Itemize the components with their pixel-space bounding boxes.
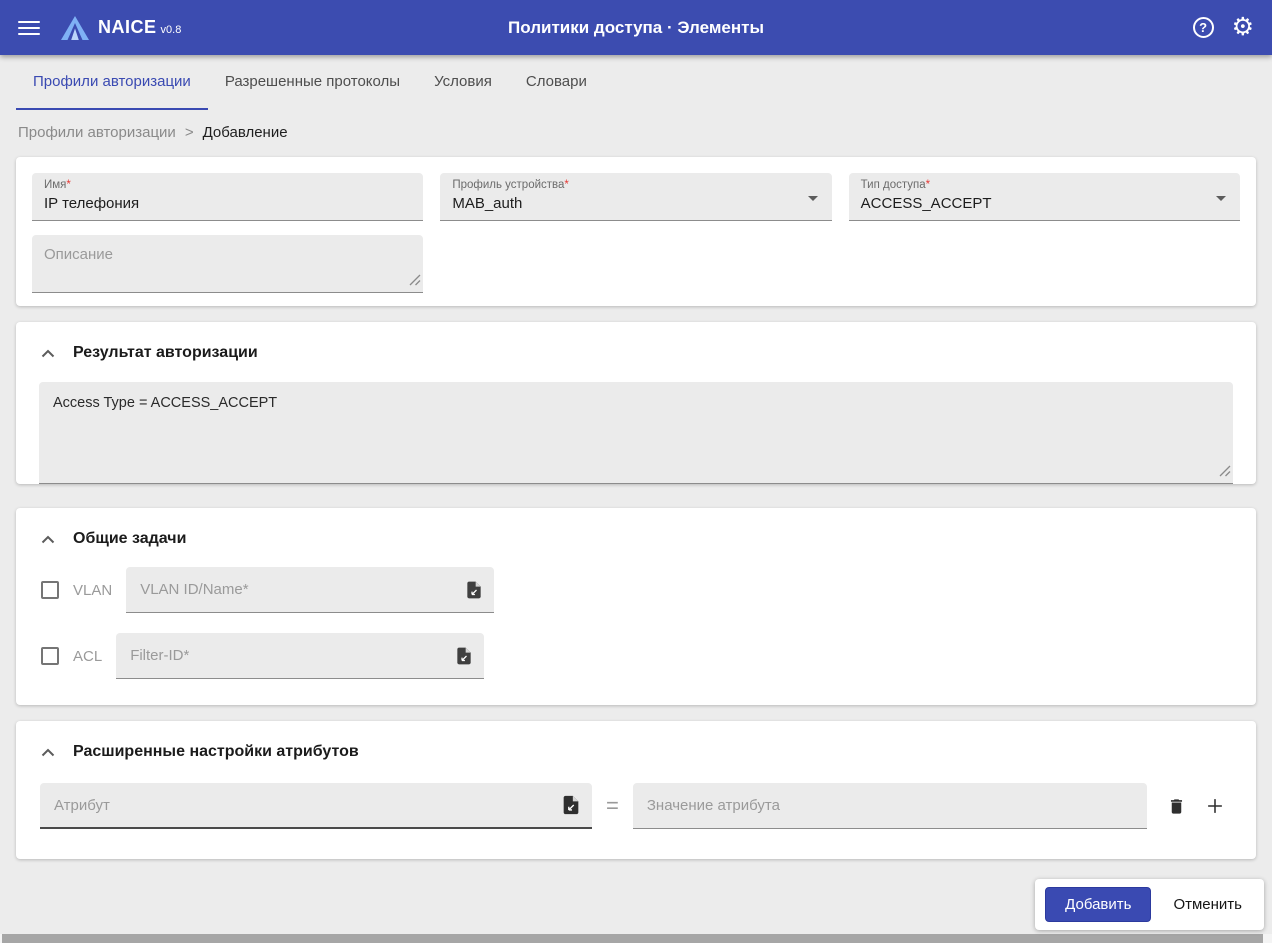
label-text: Профиль устройства [452, 179, 565, 191]
menu-icon[interactable] [18, 17, 40, 39]
breadcrumb-current: Добавление [202, 124, 288, 141]
collapse-chevron-icon[interactable] [41, 534, 55, 544]
name-input[interactable] [44, 194, 412, 213]
cancel-button[interactable]: Отменить [1161, 888, 1254, 921]
gear-glyph: ⚙ [1231, 13, 1254, 41]
section-title: Результат авторизации [73, 344, 258, 361]
required-asterisk: * [925, 179, 931, 191]
tab-label: Разрешенные протоколы [224, 73, 401, 90]
label-text: Имя [44, 179, 67, 191]
vlan-label: VLAN [73, 581, 113, 599]
help-icon[interactable]: ? [1192, 17, 1214, 38]
attribute-row: = [16, 775, 1256, 859]
access-type-select[interactable]: Тип доступа* ACCESS_ACCEPT [848, 173, 1240, 221]
tab-conditions[interactable]: Условия [417, 55, 509, 110]
general-form-card: Имя* Профиль устройства* MAB_auth Тип до… [16, 157, 1256, 306]
equals-sign: = [606, 793, 619, 818]
vlan-task-row: VLAN [16, 562, 1256, 628]
insert-from-dictionary-icon[interactable] [560, 794, 582, 816]
vlan-input[interactable] [140, 581, 457, 598]
acl-field [116, 633, 485, 679]
attribute-input[interactable] [54, 796, 552, 814]
chevron-down-icon [807, 195, 818, 201]
scrollbar-thumb[interactable] [2, 934, 1263, 943]
vlan-checkbox[interactable] [41, 581, 59, 599]
section-title: Расширенные настройки атрибутов [73, 743, 359, 760]
breadcrumb: Профили авторизации > Добавление [0, 110, 1272, 157]
add-plus-icon[interactable] [1204, 795, 1226, 817]
advanced-attributes-card: Расширенные настройки атрибутов = [16, 721, 1256, 859]
name-field: Имя* [32, 173, 424, 221]
tab-label: Профили авторизации [33, 73, 191, 90]
delete-trash-icon[interactable] [1167, 796, 1186, 817]
app-name: NAICE [98, 17, 157, 37]
help-glyph: ? [1199, 20, 1208, 35]
app-bar: NAICE v0.8 Политики доступа · Элементы ?… [0, 0, 1272, 55]
description-textarea[interactable] [32, 235, 424, 292]
vlan-field [126, 567, 495, 613]
access-type-label: Тип доступа* [861, 178, 1228, 192]
authorization-result-field: Access Type = ACCESS_ACCEPT [39, 382, 1233, 484]
page-title: Политики доступа · Элементы [508, 17, 764, 37]
settings-gear-icon[interactable]: ⚙ [1232, 15, 1254, 40]
authorization-result-textarea[interactable]: Access Type = ACCESS_ACCEPT [39, 382, 1233, 483]
acl-task-row: ACL [16, 628, 1256, 705]
tab-allowed-protocols[interactable]: Разрешенные протоколы [208, 55, 417, 110]
tab-dictionaries[interactable]: Словари [509, 55, 604, 110]
description-field [32, 235, 424, 293]
tab-label: Условия [434, 73, 492, 90]
name-field-label: Имя* [44, 178, 411, 192]
collapse-chevron-icon[interactable] [41, 348, 55, 358]
attribute-field [40, 783, 592, 829]
device-profile-select[interactable]: Профиль устройства* MAB_auth [440, 173, 832, 221]
app-version: v0.8 [160, 23, 182, 36]
attribute-value-field [632, 783, 1147, 829]
required-asterisk: * [66, 179, 71, 191]
horizontal-scrollbar [0, 934, 1272, 943]
form-actions-bar: Добавить Отменить [1035, 879, 1264, 930]
authorization-result-card: Результат авторизации Access Type = ACCE… [16, 322, 1256, 484]
app-logo-icon [60, 15, 90, 41]
insert-from-dictionary-icon[interactable] [464, 580, 484, 600]
breadcrumb-root-link[interactable]: Профили авторизации [18, 124, 176, 141]
breadcrumb-separator: > [184, 124, 194, 141]
device-profile-value: MAB_auth [452, 195, 523, 212]
required-asterisk: * [564, 179, 569, 191]
access-type-value: ACCESS_ACCEPT [860, 195, 992, 212]
common-tasks-card: Общие задачи VLAN ACL [16, 508, 1256, 705]
attribute-value-input[interactable] [646, 797, 1135, 814]
tab-label: Словари [525, 73, 587, 90]
chevron-down-icon [1216, 195, 1226, 201]
insert-from-dictionary-icon[interactable] [454, 646, 474, 666]
section-title: Общие задачи [73, 530, 187, 547]
label-text: Тип доступа [860, 179, 926, 191]
collapse-chevron-icon[interactable] [41, 747, 55, 757]
acl-label: ACL [73, 647, 103, 665]
submit-button[interactable]: Добавить [1045, 887, 1152, 922]
device-profile-label: Профиль устройства* [452, 178, 819, 192]
acl-checkbox[interactable] [41, 647, 59, 665]
tab-authorization-profiles[interactable]: Профили авторизации [16, 55, 208, 110]
tab-bar: Профили авторизации Разрешенные протокол… [0, 55, 1272, 110]
acl-input[interactable] [130, 647, 447, 664]
